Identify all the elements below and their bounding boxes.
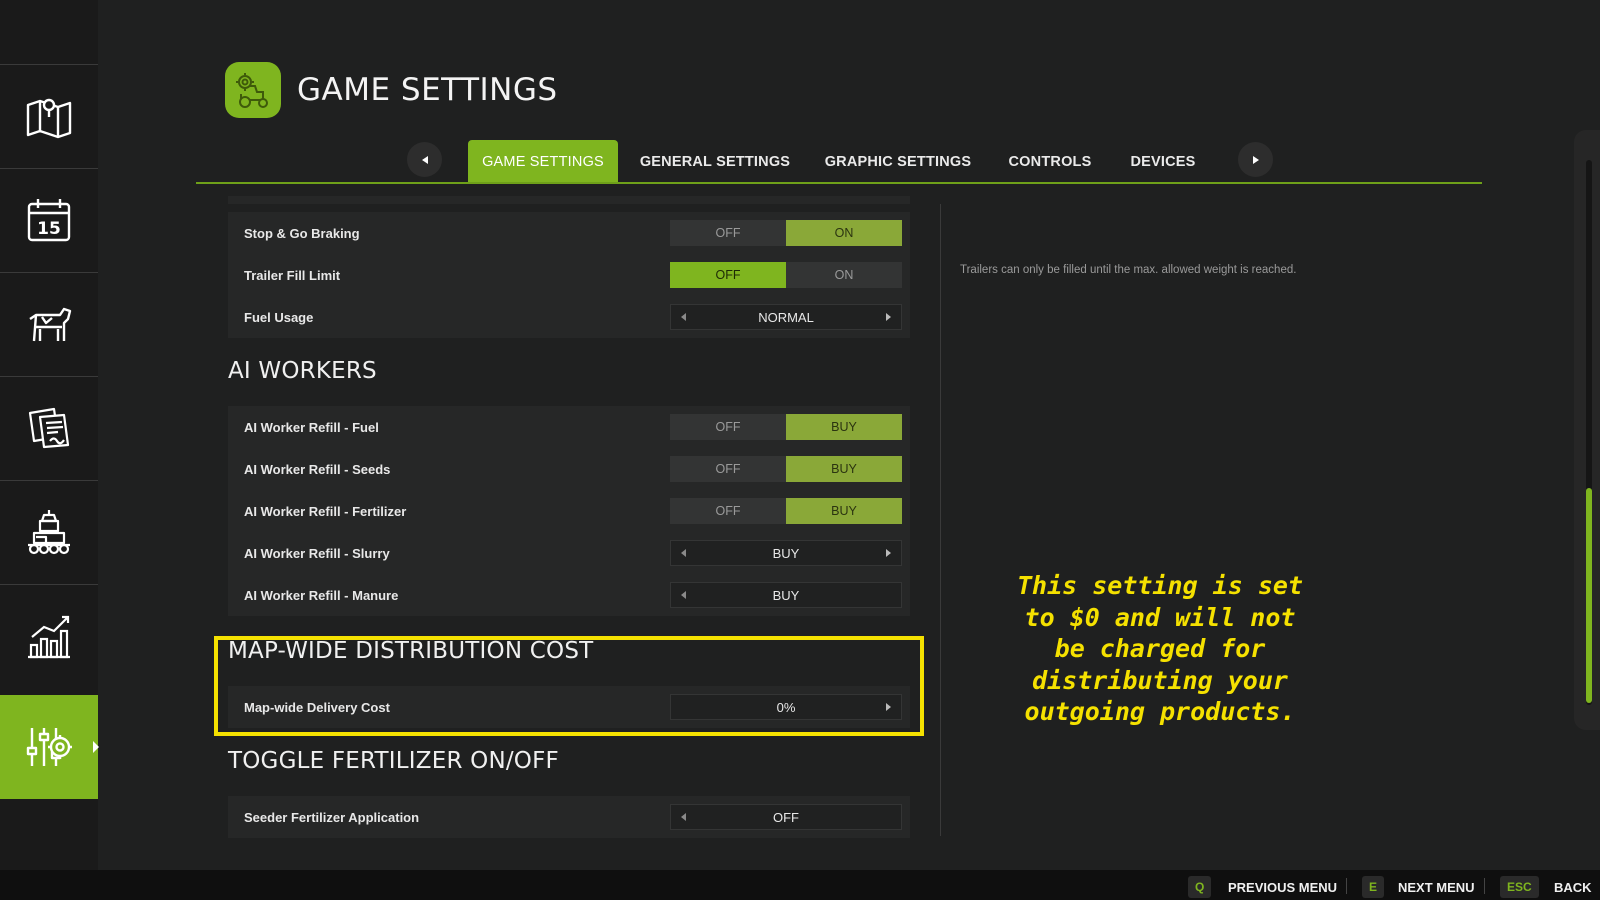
setting-row-ai-refill-seeds: AI Worker Refill - Seeds OFF BUY bbox=[228, 448, 910, 490]
sidebar-item-production[interactable] bbox=[0, 480, 98, 583]
statistics-icon bbox=[28, 615, 70, 659]
option-on[interactable]: ON bbox=[786, 220, 902, 246]
option-on[interactable]: ON bbox=[786, 262, 902, 288]
setting-row-ai-refill-fuel: AI Worker Refill - Fuel OFF BUY bbox=[228, 406, 910, 448]
ai-refill-manure-selector[interactable]: BUY bbox=[670, 582, 902, 608]
option-off[interactable]: OFF bbox=[670, 220, 786, 246]
option-buy[interactable]: BUY bbox=[786, 414, 902, 440]
selector-value: BUY bbox=[772, 587, 800, 603]
trailer-fill-limit-toggle: OFF ON bbox=[670, 262, 902, 288]
selector-value: NORMAL bbox=[758, 309, 814, 325]
setting-label: AI Worker Refill - Fuel bbox=[244, 419, 379, 435]
setting-row-ai-refill-manure: AI Worker Refill - Manure BUY bbox=[228, 574, 910, 616]
settings-sliders-icon bbox=[26, 728, 72, 766]
scrollbar-thumb[interactable] bbox=[1586, 488, 1592, 703]
option-off[interactable]: OFF bbox=[670, 414, 786, 440]
selector-value: BUY bbox=[772, 545, 800, 561]
sidebar-item-contracts[interactable] bbox=[0, 376, 98, 479]
ai-refill-seeds-toggle: OFF BUY bbox=[670, 456, 902, 482]
setting-label: Trailer Fill Limit bbox=[244, 267, 341, 283]
sidebar-item-settings[interactable] bbox=[0, 695, 99, 799]
setting-row-trailer-fill-limit: Trailer Fill Limit OFF ON bbox=[228, 254, 910, 296]
contracts-icon bbox=[28, 407, 70, 449]
calendar-day: 15 bbox=[37, 219, 61, 239]
scrolled-row-remnant bbox=[228, 196, 910, 204]
fuel-usage-selector[interactable]: NORMAL bbox=[670, 304, 902, 330]
map-icon bbox=[26, 98, 72, 139]
key-q[interactable]: Q bbox=[1188, 876, 1212, 898]
footer-separator bbox=[1484, 878, 1485, 894]
setting-label: AI Worker Refill - Slurry bbox=[244, 545, 390, 561]
setting-row-ai-refill-slurry: AI Worker Refill - Slurry BUY bbox=[228, 532, 910, 574]
footer-separator bbox=[1346, 878, 1347, 894]
selector-right-icon[interactable] bbox=[886, 313, 891, 321]
highlight-box bbox=[214, 636, 924, 736]
back-button[interactable]: BACK bbox=[1554, 880, 1592, 895]
key-esc[interactable]: ESC bbox=[1500, 876, 1539, 898]
seeder-fertilizer-selector[interactable]: OFF bbox=[670, 804, 902, 830]
footer-bar bbox=[0, 870, 1600, 900]
game-settings-logo bbox=[225, 62, 281, 118]
ai-refill-fuel-toggle: OFF BUY bbox=[670, 414, 902, 440]
tab-general-settings[interactable]: GENERAL SETTINGS bbox=[632, 140, 798, 183]
tab-underline bbox=[196, 182, 1482, 184]
cow-icon bbox=[29, 307, 72, 342]
setting-row-fuel-usage: Fuel Usage NORMAL bbox=[228, 296, 910, 338]
selector-left-icon[interactable] bbox=[681, 813, 686, 821]
calendar-icon: 15 bbox=[27, 199, 71, 242]
sidebar-item-statistics[interactable] bbox=[0, 584, 98, 687]
option-buy[interactable]: BUY bbox=[786, 498, 902, 524]
tab-graphic-settings[interactable]: GRAPHIC SETTINGS bbox=[816, 140, 980, 183]
selector-value: OFF bbox=[773, 809, 799, 825]
previous-menu-button[interactable]: PREVIOUS MENU bbox=[1228, 880, 1337, 895]
section-title-fertilizer: TOGGLE FERTILIZER ON/OFF bbox=[228, 748, 559, 774]
setting-label: AI Worker Refill - Fertilizer bbox=[244, 503, 407, 519]
key-e[interactable]: E bbox=[1362, 876, 1385, 898]
setting-label: Seeder Fertilizer Application bbox=[244, 809, 420, 825]
tab-game-settings[interactable]: GAME SETTINGS bbox=[468, 140, 618, 183]
setting-label: Stop & Go Braking bbox=[244, 225, 360, 241]
setting-label: AI Worker Refill - Seeds bbox=[244, 461, 391, 477]
section-title-ai-workers: AI WORKERS bbox=[228, 358, 377, 384]
selector-left-icon[interactable] bbox=[681, 313, 686, 321]
tab-prev-button[interactable] bbox=[407, 142, 442, 177]
next-menu-button[interactable]: NEXT MENU bbox=[1398, 880, 1475, 895]
selector-left-icon[interactable] bbox=[681, 549, 686, 557]
setting-row-seeder-fertilizer: Seeder Fertilizer Application OFF bbox=[228, 796, 910, 838]
ai-refill-fertilizer-toggle: OFF BUY bbox=[670, 498, 902, 524]
sidebar-item-map[interactable] bbox=[0, 64, 98, 167]
setting-description: Trailers can only be filled until the ma… bbox=[960, 264, 1297, 276]
option-off[interactable]: OFF bbox=[670, 456, 786, 482]
tab-next-button[interactable] bbox=[1238, 142, 1273, 177]
production-icon bbox=[28, 510, 70, 555]
setting-label: Fuel Usage bbox=[244, 309, 314, 325]
sidebar: 15 bbox=[0, 0, 99, 900]
ai-refill-slurry-selector[interactable]: BUY bbox=[670, 540, 902, 566]
annotation-text: This setting is set to $0 and will not b… bbox=[1017, 571, 1303, 726]
setting-row-ai-refill-fertilizer: AI Worker Refill - Fertilizer OFF BUY bbox=[228, 490, 910, 532]
option-buy[interactable]: BUY bbox=[786, 456, 902, 482]
arrow-left-icon bbox=[421, 155, 428, 164]
arrow-right-icon bbox=[1252, 155, 1259, 164]
setting-label: AI Worker Refill - Manure bbox=[244, 587, 399, 603]
stop-go-braking-toggle: OFF ON bbox=[670, 220, 902, 246]
tab-controls[interactable]: CONTROLS bbox=[998, 140, 1102, 183]
option-off[interactable]: OFF bbox=[670, 262, 786, 288]
active-indicator-arrow bbox=[93, 741, 99, 753]
tractor-gear-icon bbox=[236, 73, 268, 108]
column-divider bbox=[940, 204, 941, 836]
sidebar-item-animals[interactable] bbox=[0, 272, 98, 375]
setting-row-stop-go-braking: Stop & Go Braking OFF ON bbox=[228, 212, 910, 254]
selector-right-icon[interactable] bbox=[886, 549, 891, 557]
sidebar-item-calendar[interactable]: 15 bbox=[0, 168, 98, 271]
option-off[interactable]: OFF bbox=[670, 498, 786, 524]
selector-left-icon[interactable] bbox=[681, 591, 686, 599]
tab-devices[interactable]: DEVICES bbox=[1118, 140, 1208, 183]
page-title: GAME SETTINGS bbox=[297, 72, 558, 108]
